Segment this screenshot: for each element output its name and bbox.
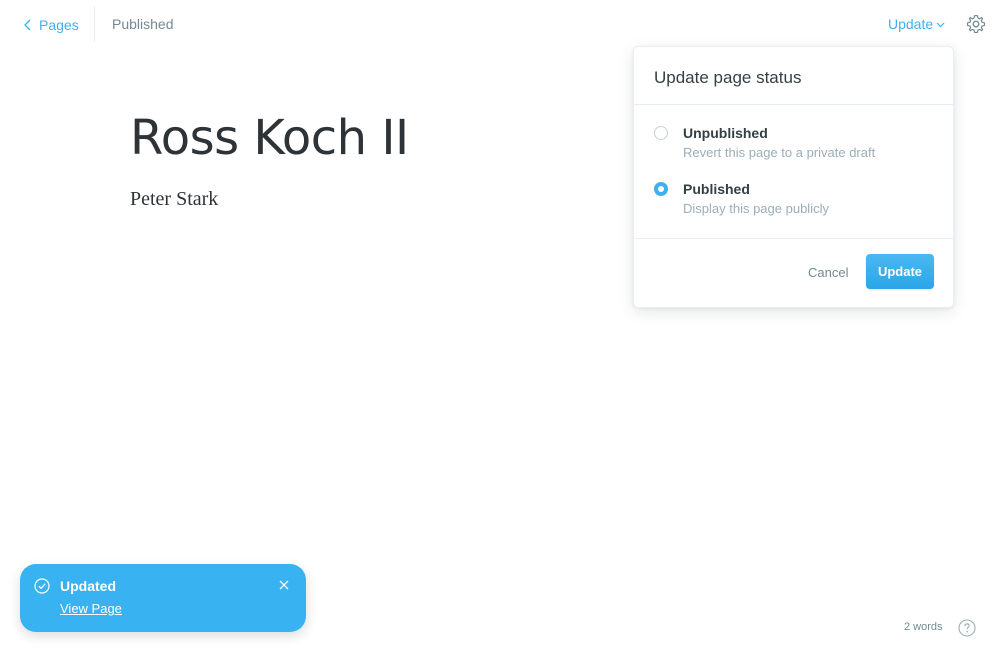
editor-topbar: Pages Published Update — [0, 0, 1000, 50]
back-link-label: Pages — [39, 17, 79, 33]
option-label: Published — [683, 181, 750, 197]
gear-icon[interactable] — [966, 14, 986, 34]
view-page-link[interactable]: View Page — [60, 601, 122, 616]
unpublished-option-text: Unpublished Revert this page to a privat… — [683, 125, 875, 160]
option-description: Revert this page to a private draft — [683, 145, 876, 160]
topbar-divider — [94, 6, 95, 42]
option-description: Display this page publicly — [683, 201, 829, 216]
update-menu-label: Update — [888, 16, 934, 32]
update-status-panel: Update page status Unpublished Revert th… — [633, 46, 954, 308]
page-body-paragraph[interactable]: Peter Stark — [130, 188, 218, 211]
update-button[interactable]: Update — [866, 254, 934, 289]
word-count: 2 words — [904, 621, 943, 633]
page-title[interactable]: Ross Koch II — [130, 110, 409, 166]
check-circle-icon — [34, 578, 50, 594]
panel-divider — [634, 238, 953, 239]
question-circle-icon[interactable] — [958, 619, 976, 637]
panel-heading: Update page status — [634, 47, 953, 105]
published-option-text: Published Display this page publicly — [683, 181, 829, 216]
unpublished-radio[interactable] — [654, 126, 668, 140]
close-icon[interactable] — [278, 579, 290, 591]
notification-title: Updated — [60, 578, 116, 594]
status-option-published[interactable]: Published Display this page publicly — [654, 181, 829, 216]
option-label: Unpublished — [683, 125, 768, 141]
chevron-left-icon — [24, 19, 31, 31]
updated-notification: Updated View Page — [20, 564, 306, 632]
published-radio[interactable] — [654, 182, 668, 196]
back-to-pages-link[interactable]: Pages — [24, 14, 79, 36]
cancel-button[interactable]: Cancel — [808, 265, 848, 280]
status-option-unpublished[interactable]: Unpublished Revert this page to a privat… — [654, 125, 875, 160]
chevron-down-icon — [936, 22, 945, 27]
update-menu-trigger[interactable]: Update — [888, 16, 945, 32]
page-status-text: Published — [112, 16, 174, 32]
